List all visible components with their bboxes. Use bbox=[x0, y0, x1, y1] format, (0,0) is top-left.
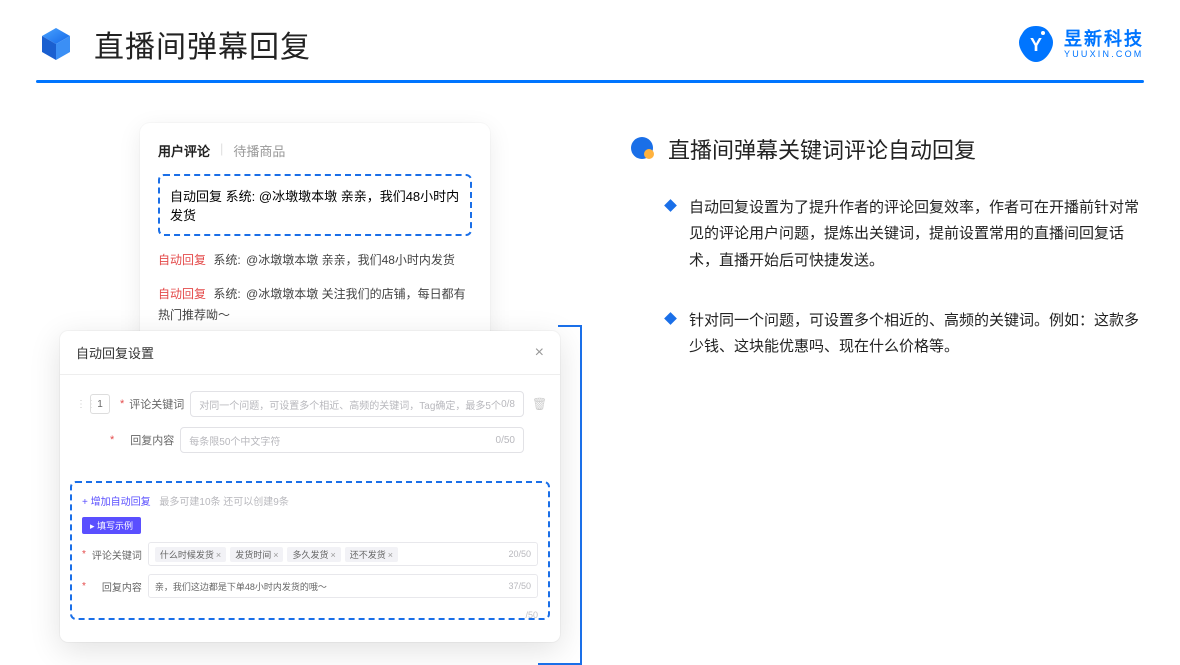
settings-title: 自动回复设置 bbox=[76, 343, 154, 362]
required-icon: * bbox=[120, 398, 124, 410]
trash-icon[interactable]: 🗑 bbox=[532, 397, 544, 411]
tab-user-comments[interactable]: 用户评论 bbox=[158, 141, 210, 160]
brand-cn: 昱新科技 bbox=[1064, 30, 1144, 48]
bullet-text: 针对同一个问题，可设置多个相近的、高频的关键词。例如：这款多少钱、这块能优惠吗、… bbox=[689, 308, 1144, 361]
keyword-input[interactable]: 对同一个问题，可设置多个相近、高频的关键词，Tag确定，最多5个 0/8 bbox=[190, 391, 524, 417]
brand-en: YUUXIN.COM bbox=[1064, 50, 1144, 59]
auto-reply-badge: 自动回复 bbox=[158, 287, 206, 301]
section-title: 直播间弹幕关键词评论自动回复 bbox=[668, 133, 976, 165]
keyword-label: 评论关键词 bbox=[128, 396, 184, 412]
svg-text:Y: Y bbox=[1030, 35, 1042, 55]
diamond-icon bbox=[664, 312, 677, 325]
diamond-icon bbox=[664, 199, 677, 212]
keyword-counter: 0/8 bbox=[501, 399, 515, 410]
comment-item: 自动回复 系统: @冰墩墩本墩 关注我们的店铺，每日都有热门推荐呦～ bbox=[158, 284, 472, 327]
bullet-item: 自动回复设置为了提升作者的评论回复效率，作者可在开播前针对常见的评论用户问题，提… bbox=[666, 195, 1144, 274]
comment-text: @冰墩墩本墩 亲亲，我们48小时内发货 bbox=[246, 253, 455, 267]
auto-reply-badge: 自动回复 bbox=[158, 253, 206, 267]
ex-keyword-tags[interactable]: 什么时候发货 发货时间 多久发货 还不发货 20/50 bbox=[148, 542, 538, 566]
bullet-item: 针对同一个问题，可设置多个相近的、高频的关键词。例如：这款多少钱、这块能优惠吗、… bbox=[666, 308, 1144, 361]
ex-content-label: 回复内容 bbox=[90, 579, 142, 594]
bullet-icon bbox=[630, 136, 656, 162]
content-label: 回复内容 bbox=[118, 432, 174, 448]
index-box: 1 bbox=[90, 394, 110, 414]
tag[interactable]: 什么时候发货 bbox=[155, 547, 226, 562]
left-column: 用户评论 | 待播商品 自动回复 系统: @冰墩墩本墩 亲亲，我们48小时内发货… bbox=[60, 123, 570, 419]
drag-handle-icon[interactable]: ⋮⋮ bbox=[76, 399, 86, 410]
comment-item: 自动回复 系统: @冰墩墩本墩 亲亲，我们48小时内发货 bbox=[158, 250, 472, 272]
tag[interactable]: 多久发货 bbox=[287, 547, 340, 562]
brand-icon: Y bbox=[1016, 24, 1056, 64]
page-title: 直播间弹幕回复 bbox=[94, 22, 311, 66]
tab-pending-goods[interactable]: 待播商品 bbox=[233, 141, 285, 160]
add-auto-reply-link[interactable]: + 增加自动回复 最多可建10条 还可以创建9条 bbox=[82, 493, 538, 508]
required-icon: * bbox=[82, 549, 86, 560]
ex-content-text: 亲，我们这边都是下单48小时内发货的哦～ bbox=[155, 580, 505, 593]
settings-panel: 自动回复设置 × ⋮⋮ 1 * 评论关键词 对同一个问题，可设置多个相近、高频的… bbox=[60, 331, 560, 642]
ex-content-box[interactable]: 亲，我们这边都是下单48小时内发货的哦～ 37/50 bbox=[148, 574, 538, 598]
ex-keyword-label: 评论关键词 bbox=[90, 547, 142, 562]
tag[interactable]: 还不发货 bbox=[345, 547, 398, 562]
bullet-text: 自动回复设置为了提升作者的评论回复效率，作者可在开播前针对常见的评论用户问题，提… bbox=[689, 195, 1144, 274]
required-icon: * bbox=[110, 434, 114, 446]
auto-reply-badge: 自动回复 bbox=[170, 189, 222, 204]
right-column: 直播间弹幕关键词评论自动回复 自动回复设置为了提升作者的评论回复效率，作者可在开… bbox=[570, 123, 1144, 419]
system-label: 系统: bbox=[213, 253, 240, 267]
content-input[interactable]: 每条限50个中文字符 0/50 bbox=[180, 427, 524, 453]
tab-separator: | bbox=[220, 141, 223, 160]
system-label: 系统: bbox=[226, 189, 256, 204]
cube-icon bbox=[36, 24, 76, 64]
comment-highlight: 自动回复 系统: @冰墩墩本墩 亲亲，我们48小时内发货 bbox=[158, 174, 472, 236]
example-badge: ▸ 填写示例 bbox=[82, 517, 141, 534]
add-hint: 最多可建10条 还可以创建9条 bbox=[159, 497, 288, 508]
tag[interactable]: 发货时间 bbox=[230, 547, 283, 562]
page-header: 直播间弹幕回复 Y 昱新科技 YUUXIN.COM bbox=[0, 0, 1180, 66]
keyword-placeholder: 对同一个问题，可设置多个相近、高频的关键词，Tag确定，最多5个 bbox=[199, 397, 501, 412]
comments-tabs: 用户评论 | 待播商品 bbox=[140, 141, 490, 160]
ex-keyword-counter: 20/50 bbox=[508, 549, 531, 559]
brand-block: Y 昱新科技 YUUXIN.COM bbox=[1016, 24, 1144, 64]
content-counter: 0/50 bbox=[496, 435, 515, 446]
close-icon[interactable]: × bbox=[535, 344, 544, 362]
example-block: + 增加自动回复 最多可建10条 还可以创建9条 ▸ 填写示例 * 评论关键词 … bbox=[70, 481, 550, 620]
system-label: 系统: bbox=[213, 287, 240, 301]
content-placeholder: 每条限50个中文字符 bbox=[189, 433, 495, 448]
required-icon: * bbox=[82, 581, 86, 592]
stray-counter: /50 bbox=[525, 610, 538, 620]
ex-content-counter: 37/50 bbox=[508, 581, 531, 591]
